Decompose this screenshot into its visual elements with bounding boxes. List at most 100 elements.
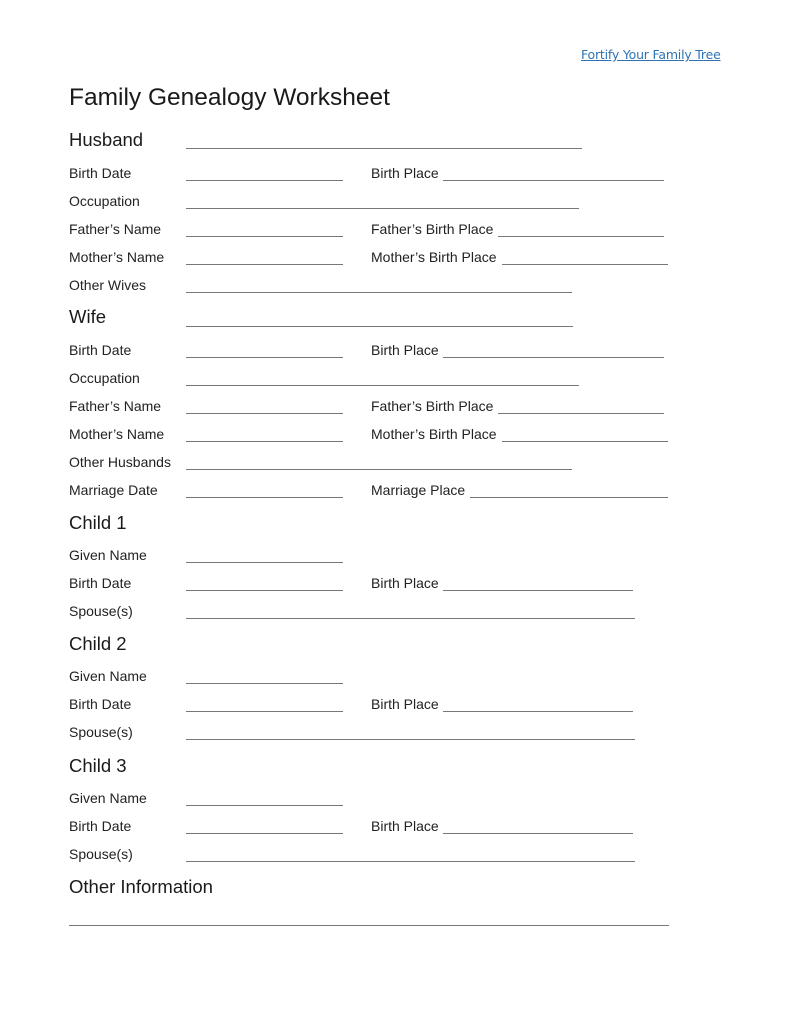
underline <box>186 738 635 740</box>
child-1-spouses-field[interactable] <box>186 605 635 619</box>
underline <box>186 496 343 498</box>
husband-heading: Husband <box>69 129 144 150</box>
child-2-spouses-field[interactable] <box>186 726 635 740</box>
underline <box>186 207 579 209</box>
wife-mothers-name-field[interactable] <box>186 428 343 442</box>
underline <box>443 832 633 834</box>
child-1-birth-place-field[interactable] <box>443 577 633 591</box>
child-3-birth-date-label: Birth Date <box>69 818 132 834</box>
child-1-heading: Child 1 <box>69 512 127 533</box>
husband-birth-place-label: Birth Place <box>371 165 439 181</box>
husband-other-wives-field[interactable] <box>186 279 572 293</box>
underline <box>186 291 572 293</box>
underline <box>186 832 343 834</box>
underline <box>186 860 635 862</box>
child-3-heading: Child 3 <box>69 755 127 776</box>
child-2-birth-place-label: Birth Place <box>371 696 439 712</box>
husband-fathers-name-field[interactable] <box>186 223 343 237</box>
husband-mothers-name-field[interactable] <box>186 251 343 265</box>
underline <box>186 561 343 563</box>
marriage-place-label: Marriage Place <box>371 482 466 498</box>
wife-heading: Wife <box>69 306 106 327</box>
wife-fathers-name-label: Father’s Name <box>69 398 162 414</box>
wife-other-husbands-field[interactable] <box>186 456 572 470</box>
underline <box>186 804 343 806</box>
wife-birth-place-label: Birth Place <box>371 342 439 358</box>
underline <box>186 440 343 442</box>
child-3-given-name-field[interactable] <box>186 792 343 806</box>
child-1-given-name-label: Given Name <box>69 547 147 563</box>
child-2-birth-place-field[interactable] <box>443 698 633 712</box>
other-information-heading: Other Information <box>69 876 213 897</box>
wife-other-husbands-label: Other Husbands <box>69 454 171 470</box>
wife-mothers-birth-place-label: Mother’s Birth Place <box>371 426 497 442</box>
husband-birth-place-field[interactable] <box>443 167 664 181</box>
wife-mothers-birth-place-field[interactable] <box>502 428 668 442</box>
underline <box>186 589 343 591</box>
wife-mothers-name-label: Mother’s Name <box>69 426 165 442</box>
underline <box>69 924 669 926</box>
husband-occupation-field[interactable] <box>186 195 579 209</box>
underline <box>186 468 572 470</box>
child-3-spouses-label: Spouse(s) <box>69 846 133 862</box>
underline <box>186 325 573 327</box>
wife-fathers-birth-place-label: Father’s Birth Place <box>371 398 494 414</box>
husband-mothers-name-label: Mother’s Name <box>69 249 165 265</box>
fortify-family-tree-link[interactable]: Fortify Your Family Tree <box>581 47 721 62</box>
child-3-given-name-label: Given Name <box>69 790 147 806</box>
child-1-given-name-field[interactable] <box>186 549 343 563</box>
child-2-given-name-field[interactable] <box>186 670 343 684</box>
child-3-birth-place-field[interactable] <box>443 820 633 834</box>
wife-name-field[interactable] <box>186 313 573 327</box>
underline <box>443 179 664 181</box>
child-1-birth-place-label: Birth Place <box>371 575 439 591</box>
husband-birth-date-label: Birth Date <box>69 165 132 181</box>
page-title: Family Genealogy Worksheet <box>69 84 390 111</box>
wife-fathers-name-field[interactable] <box>186 400 343 414</box>
underline <box>186 263 343 265</box>
husband-mothers-birth-place-label: Mother’s Birth Place <box>371 249 497 265</box>
child-2-spouses-label: Spouse(s) <box>69 724 133 740</box>
wife-fathers-birth-place-field[interactable] <box>498 400 664 414</box>
child-2-given-name-label: Given Name <box>69 668 147 684</box>
child-2-birth-date-label: Birth Date <box>69 696 132 712</box>
marriage-date-field[interactable] <box>186 484 343 498</box>
child-2-heading: Child 2 <box>69 633 127 654</box>
underline <box>443 589 633 591</box>
husband-mothers-birth-place-field[interactable] <box>502 251 668 265</box>
underline <box>186 617 635 619</box>
underline <box>186 412 343 414</box>
underline <box>186 356 343 358</box>
child-1-spouses-label: Spouse(s) <box>69 603 133 619</box>
other-information-field[interactable] <box>69 912 669 926</box>
underline <box>498 412 664 414</box>
husband-fathers-birth-place-label: Father’s Birth Place <box>371 221 494 237</box>
husband-name-field[interactable] <box>186 135 582 149</box>
child-2-birth-date-field[interactable] <box>186 698 343 712</box>
wife-birth-date-field[interactable] <box>186 344 343 358</box>
husband-occupation-label: Occupation <box>69 193 140 209</box>
child-1-birth-date-label: Birth Date <box>69 575 132 591</box>
underline <box>470 496 668 498</box>
underline <box>186 147 582 149</box>
husband-fathers-birth-place-field[interactable] <box>498 223 664 237</box>
child-3-birth-place-label: Birth Place <box>371 818 439 834</box>
wife-birth-place-field[interactable] <box>443 344 664 358</box>
underline <box>502 263 668 265</box>
underline <box>498 235 664 237</box>
underline <box>186 682 343 684</box>
underline <box>502 440 668 442</box>
underline <box>186 235 343 237</box>
wife-occupation-label: Occupation <box>69 370 140 386</box>
child-3-birth-date-field[interactable] <box>186 820 343 834</box>
child-3-spouses-field[interactable] <box>186 848 635 862</box>
wife-occupation-field[interactable] <box>186 372 579 386</box>
underline <box>443 710 633 712</box>
husband-other-wives-label: Other Wives <box>69 277 147 293</box>
marriage-place-field[interactable] <box>470 484 668 498</box>
husband-fathers-name-label: Father’s Name <box>69 221 162 237</box>
husband-birth-date-field[interactable] <box>186 167 343 181</box>
marriage-date-label: Marriage Date <box>69 482 158 498</box>
child-1-birth-date-field[interactable] <box>186 577 343 591</box>
underline <box>186 179 343 181</box>
